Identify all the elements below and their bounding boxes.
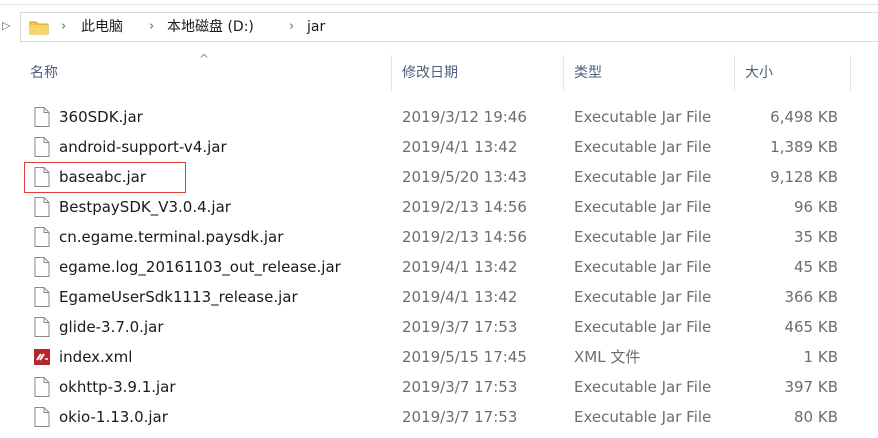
- file-name[interactable]: index.xml: [59, 342, 132, 372]
- column-divider[interactable]: [563, 55, 564, 91]
- breadcrumb-this-pc[interactable]: 此电脑: [81, 17, 123, 37]
- file-type: XML 文件: [574, 348, 641, 366]
- file-name[interactable]: egame.log_20161103_out_release.jar: [59, 252, 341, 282]
- file-modified-date: 2019/3/12 19:46: [402, 108, 527, 126]
- file-name[interactable]: okio-1.13.0.jar: [59, 402, 168, 432]
- column-header-row: ^ 名称 修改日期 类型 大小: [0, 52, 878, 91]
- column-header-size[interactable]: 大小: [745, 55, 773, 91]
- column-divider[interactable]: [391, 55, 392, 91]
- file-modified-date: 2019/4/1 13:42: [402, 288, 518, 306]
- column-header-name[interactable]: 名称: [30, 55, 58, 91]
- chevron-right-icon[interactable]: ›: [149, 17, 154, 37]
- file-size: 1 KB: [803, 348, 838, 366]
- file-type: Executable Jar File: [574, 378, 712, 396]
- file-size: 80 KB: [794, 408, 838, 426]
- file-row[interactable]: cn.egame.terminal.paysdk.jar 2019/2/13 14…: [24, 222, 844, 252]
- file-modified-date: 2019/3/7 17:53: [402, 318, 518, 336]
- file-row[interactable]: BestpaySDK_V3.0.4.jar 2019/2/13 14:56 Exec…: [24, 192, 844, 222]
- file-type: Executable Jar File: [574, 228, 712, 246]
- file-row[interactable]: okhttp-3.9.1.jar 2019/3/7 17:53 Executable…: [24, 372, 844, 402]
- column-divider[interactable]: [850, 55, 851, 91]
- file-type: Executable Jar File: [574, 408, 712, 426]
- address-bar[interactable]: ▷ › 此电脑 › 本地磁盘 (D:) › jar: [0, 12, 878, 42]
- file-name[interactable]: android-support-v4.jar: [59, 132, 227, 162]
- file-type: Executable Jar File: [574, 168, 712, 186]
- file-name[interactable]: baseabc.jar: [59, 162, 146, 192]
- file-modified-date: 2019/3/7 17:53: [402, 378, 518, 396]
- file-size: 6,498 KB: [770, 108, 838, 126]
- file-type: Executable Jar File: [574, 138, 712, 156]
- file-row[interactable]: okio-1.13.0.jar 2019/3/7 17:53 Executable …: [24, 402, 844, 432]
- file-type: Executable Jar File: [574, 318, 712, 336]
- file-modified-date: 2019/4/1 13:42: [402, 258, 518, 276]
- file-row[interactable]: 360SDK.jar 2019/3/12 19:46 Executable Jar …: [24, 102, 844, 132]
- file-modified-date: 2019/5/15 17:45: [402, 348, 527, 366]
- file-row[interactable]: egame.log_20161103_out_release.jar 2019/4…: [24, 252, 844, 282]
- file-name[interactable]: glide-3.7.0.jar: [59, 312, 163, 342]
- file-type: Executable Jar File: [574, 198, 712, 216]
- file-size: 397 KB: [784, 378, 838, 396]
- file-row[interactable]: EgameUserSdk1113_release.jar 2019/4/1 13:…: [24, 282, 844, 312]
- file-type: Executable Jar File: [574, 258, 712, 276]
- file-row[interactable]: glide-3.7.0.jar 2019/3/7 17:53 Executable …: [24, 312, 844, 342]
- chevron-right-icon[interactable]: ›: [61, 17, 66, 37]
- file-modified-date: 2019/3/7 17:53: [402, 408, 518, 426]
- file-modified-date: 2019/2/13 14:56: [402, 228, 527, 246]
- breadcrumb-jar-folder[interactable]: jar: [307, 17, 325, 37]
- window-top-edge: [0, 0, 878, 5]
- file-row[interactable]: index.xml 2019/5/15 17:45 XML 文件 1 KB: [24, 342, 844, 372]
- chevron-right-icon[interactable]: ›: [289, 17, 294, 37]
- file-size: 366 KB: [784, 288, 838, 306]
- file-row[interactable]: baseabc.jar 2019/5/20 13:43 Executable Jar…: [24, 162, 844, 192]
- file-size: 465 KB: [784, 318, 838, 336]
- file-size: 1,389 KB: [770, 138, 838, 156]
- column-header-type[interactable]: 类型: [574, 55, 602, 91]
- column-divider[interactable]: [734, 55, 735, 91]
- file-modified-date: 2019/4/1 13:42: [402, 138, 518, 156]
- file-name[interactable]: EgameUserSdk1113_release.jar: [59, 282, 298, 312]
- file-row[interactable]: android-support-v4.jar 2019/4/1 13:42 Exec…: [24, 132, 844, 162]
- file-modified-date: 2019/2/13 14:56: [402, 198, 527, 216]
- file-size: 9,128 KB: [770, 168, 838, 186]
- file-name[interactable]: 360SDK.jar: [59, 102, 143, 132]
- column-header-date[interactable]: 修改日期: [402, 55, 458, 91]
- file-name[interactable]: okhttp-3.9.1.jar: [59, 372, 176, 402]
- file-name[interactable]: BestpaySDK_V3.0.4.jar: [59, 192, 231, 222]
- expand-arrow-icon[interactable]: ▷: [2, 19, 10, 33]
- file-name[interactable]: cn.egame.terminal.paysdk.jar: [59, 222, 283, 252]
- file-type: Executable Jar File: [574, 108, 712, 126]
- file-size: 96 KB: [794, 198, 838, 216]
- breadcrumb-drive-d[interactable]: 本地磁盘 (D:): [167, 17, 254, 37]
- folder-icon: [29, 21, 49, 35]
- breadcrumb[interactable]: › 此电脑 › 本地磁盘 (D:) › jar: [20, 12, 878, 42]
- file-type: Executable Jar File: [574, 288, 712, 306]
- sort-ascending-icon: ^: [199, 52, 210, 66]
- file-size: 35 KB: [794, 228, 838, 246]
- file-modified-date: 2019/5/20 13:43: [402, 168, 527, 186]
- file-size: 45 KB: [794, 258, 838, 276]
